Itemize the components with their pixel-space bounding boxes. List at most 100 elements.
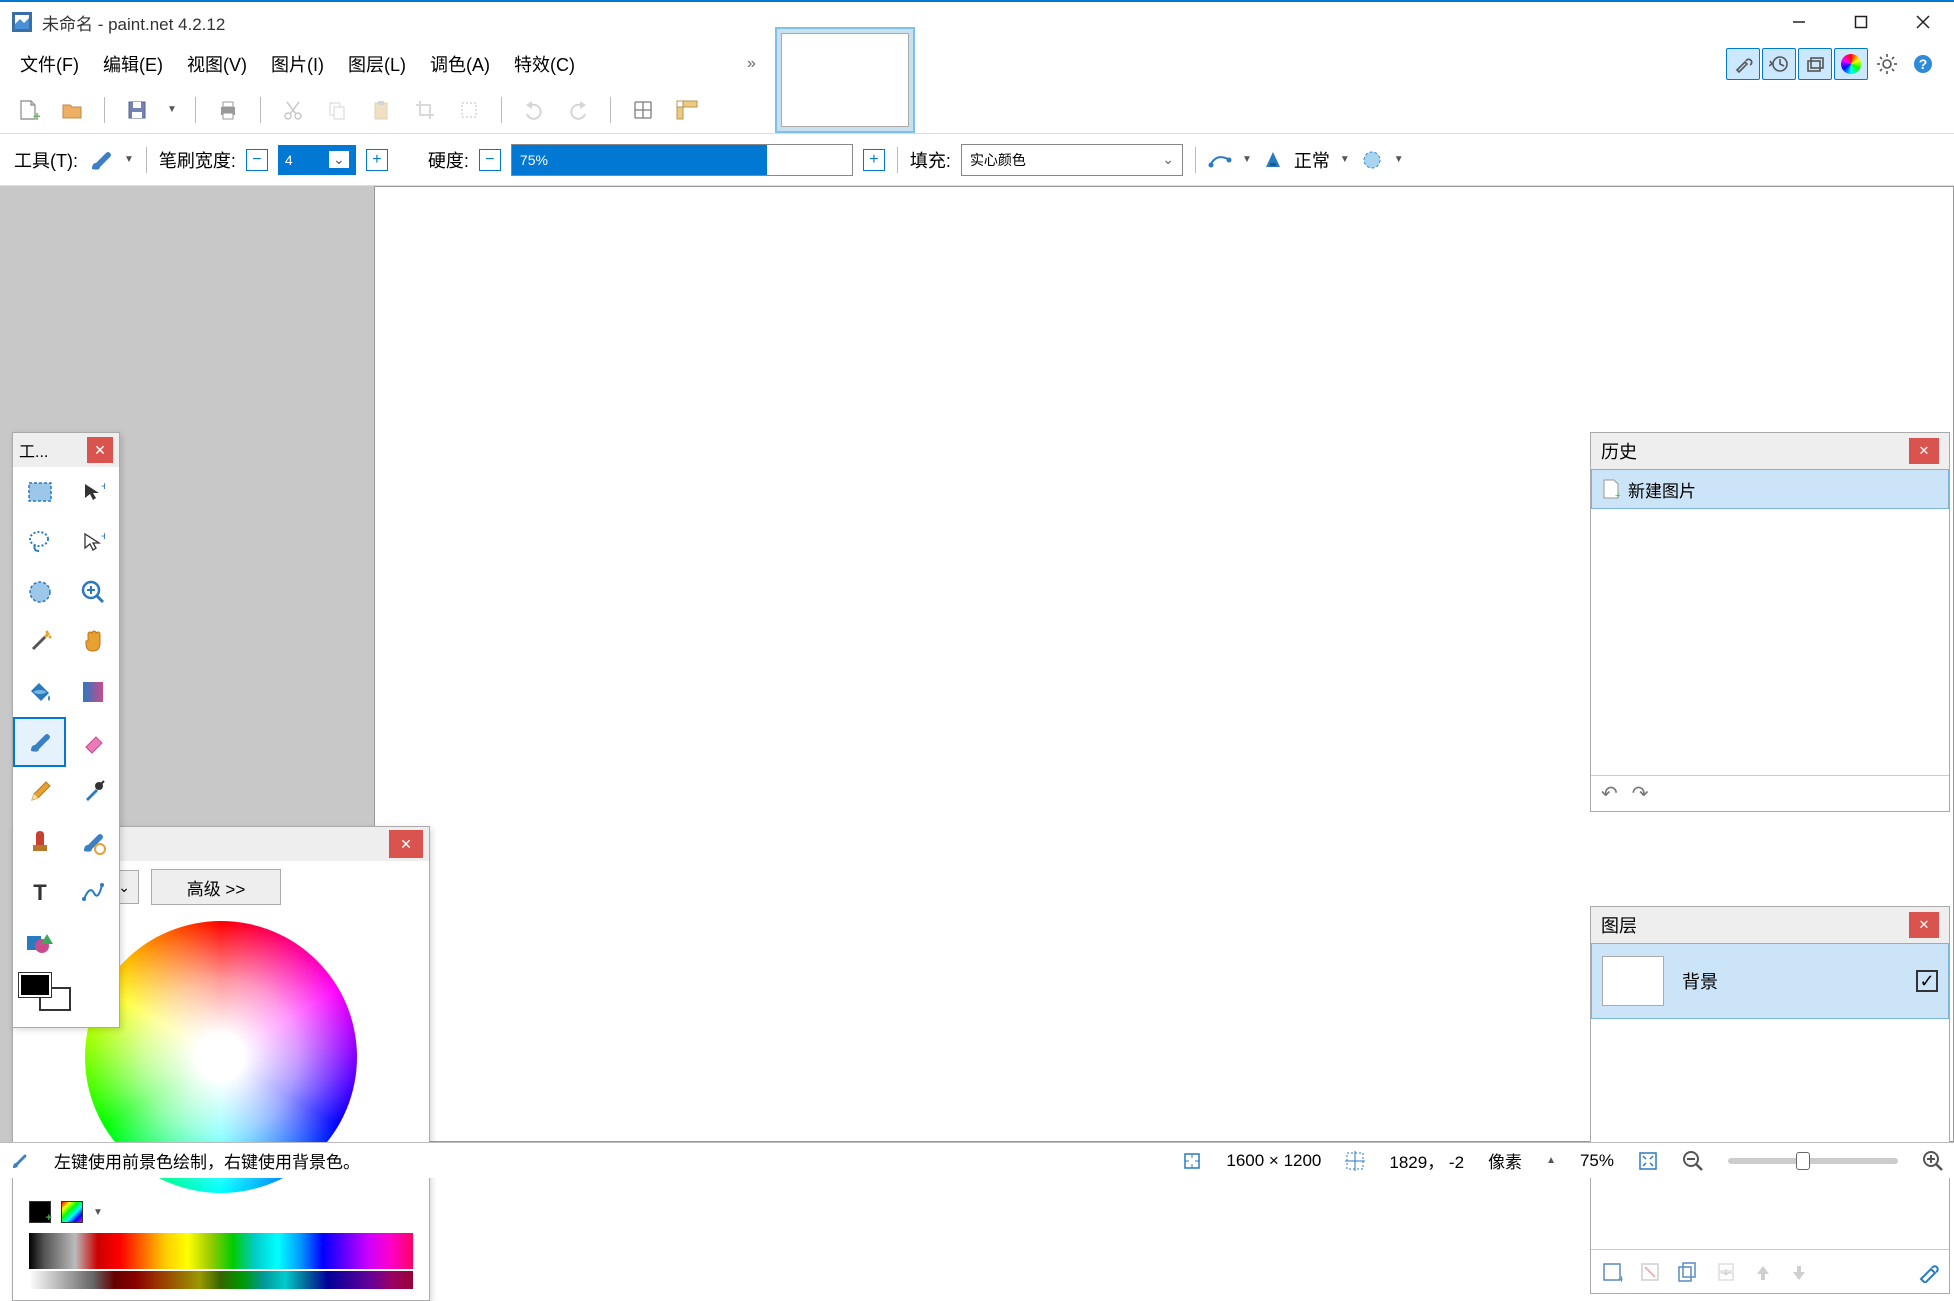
palette-row-1[interactable]	[29, 1233, 413, 1269]
maximize-button[interactable]	[1830, 2, 1892, 42]
tool-shapes[interactable]	[13, 917, 66, 967]
close-button[interactable]	[1892, 2, 1954, 42]
tool-color-picker[interactable]	[66, 767, 119, 817]
ruler-button[interactable]	[673, 96, 701, 124]
layer-delete-icon[interactable]	[1639, 1261, 1661, 1283]
menu-layers[interactable]: 图层(L)	[336, 45, 418, 83]
antialias-icon[interactable]	[1208, 150, 1232, 170]
layer-item[interactable]: 背景 ✓	[1591, 943, 1949, 1019]
toggle-tools-panel[interactable]	[1726, 48, 1760, 80]
tool-eraser[interactable]	[66, 717, 119, 767]
tools-window-close[interactable]: ✕	[87, 437, 113, 463]
tool-gradient[interactable]	[66, 667, 119, 717]
tools-window-header[interactable]: 工... ✕	[13, 433, 119, 467]
palette-row-2[interactable]	[29, 1271, 413, 1289]
tool-pencil[interactable]	[13, 767, 66, 817]
tool-lasso-select[interactable]	[13, 517, 66, 567]
status-unit[interactable]: 像素	[1488, 1148, 1522, 1173]
tool-recolor[interactable]	[66, 817, 119, 867]
paste-button[interactable]	[367, 96, 395, 124]
layer-merge-down-icon[interactable]	[1715, 1261, 1737, 1283]
zoom-out-icon[interactable]	[1682, 1150, 1704, 1172]
new-button[interactable]: +	[14, 96, 42, 124]
palette-manage[interactable]	[61, 1201, 83, 1223]
layer-add-icon[interactable]: +	[1601, 1261, 1623, 1283]
zoom-in-icon[interactable]	[1922, 1150, 1944, 1172]
undo-button[interactable]	[520, 96, 548, 124]
tool-paint-bucket[interactable]	[13, 667, 66, 717]
toggle-colors-panel[interactable]	[1834, 48, 1868, 80]
foreground-color-swatch[interactable]	[19, 973, 51, 997]
copy-button[interactable]	[323, 96, 351, 124]
tools-label: 工具(T):	[14, 147, 78, 173]
svg-text:+: +	[101, 530, 105, 543]
print-button[interactable]	[214, 96, 242, 124]
selection-mode-icon[interactable]	[1360, 148, 1384, 172]
fill-mode-select[interactable]: 实心颜色⌄	[961, 144, 1183, 176]
history-item[interactable]: + 新建图片	[1591, 469, 1949, 509]
blend-dropdown[interactable]: ▼	[1340, 154, 1350, 165]
overflow-chevron-icon[interactable]: »	[747, 55, 756, 73]
tool-ellipse-select[interactable]	[13, 567, 66, 617]
blend-mode-icon[interactable]	[1262, 149, 1284, 171]
toggle-layers-panel[interactable]	[1798, 48, 1832, 80]
menu-edit[interactable]: 编辑(E)	[91, 45, 175, 83]
tool-magic-wand[interactable]	[13, 617, 66, 667]
tool-rect-select[interactable]	[13, 467, 66, 517]
tool-clone-stamp[interactable]	[13, 817, 66, 867]
hardness-slider[interactable]: 75%	[511, 144, 853, 176]
colors-window-close[interactable]: ✕	[389, 830, 423, 858]
deselect-button[interactable]	[455, 96, 483, 124]
menu-effects[interactable]: 特效(C)	[502, 45, 587, 83]
tool-line[interactable]	[66, 867, 119, 917]
selection-dropdown[interactable]: ▼	[1394, 154, 1404, 165]
palette-dropdown[interactable]: ▼	[93, 1207, 103, 1218]
save-button[interactable]	[123, 96, 151, 124]
tool-paintbrush[interactable]	[13, 717, 66, 767]
layers-header[interactable]: 图层 ✕	[1591, 907, 1949, 943]
settings-button[interactable]	[1870, 48, 1904, 80]
history-close[interactable]: ✕	[1909, 438, 1939, 464]
fit-window-icon[interactable]	[1638, 1151, 1658, 1171]
menu-adjust[interactable]: 调色(A)	[418, 45, 502, 83]
minimize-button[interactable]	[1768, 2, 1830, 42]
layer-visible-checkbox[interactable]: ✓	[1916, 970, 1938, 992]
layer-properties-icon[interactable]	[1917, 1261, 1939, 1283]
redo-button[interactable]	[564, 96, 592, 124]
paintbrush-icon[interactable]	[88, 147, 114, 173]
cut-button[interactable]	[279, 96, 307, 124]
layers-close[interactable]: ✕	[1909, 912, 1939, 938]
menu-file[interactable]: 文件(F)	[8, 45, 91, 83]
history-redo-icon[interactable]: ↷	[1632, 781, 1649, 806]
hardness-decrease[interactable]: −	[479, 149, 501, 171]
layer-move-up-icon[interactable]	[1753, 1262, 1773, 1282]
add-color-black[interactable]: +	[29, 1201, 51, 1223]
toggle-history-panel[interactable]	[1762, 48, 1796, 80]
tool-move-selection[interactable]: +	[66, 467, 119, 517]
zoom-slider[interactable]	[1728, 1158, 1898, 1164]
history-undo-icon[interactable]: ↶	[1601, 781, 1618, 806]
help-button[interactable]: ?	[1906, 48, 1940, 80]
antialias-dropdown[interactable]: ▼	[1242, 154, 1252, 165]
tool-dropdown[interactable]: ▼	[124, 154, 134, 165]
brush-width-input[interactable]: 4⌄	[278, 145, 356, 175]
menu-image[interactable]: 图片(I)	[259, 45, 336, 83]
layer-duplicate-icon[interactable]	[1677, 1261, 1699, 1283]
menu-view[interactable]: 视图(V)	[175, 45, 259, 83]
unit-dropdown[interactable]: ▲	[1546, 1155, 1556, 1166]
open-button[interactable]	[58, 96, 86, 124]
tool-move-pixels[interactable]: +	[66, 517, 119, 567]
brush-width-increase[interactable]: +	[366, 149, 388, 171]
hardness-increase[interactable]: +	[863, 149, 885, 171]
crop-button[interactable]	[411, 96, 439, 124]
tool-text[interactable]: T	[13, 867, 66, 917]
save-dropdown[interactable]: ▼	[167, 104, 177, 115]
layer-move-down-icon[interactable]	[1789, 1262, 1809, 1282]
grid-button[interactable]	[629, 96, 657, 124]
brush-width-decrease[interactable]: −	[246, 149, 268, 171]
tool-zoom[interactable]	[66, 567, 119, 617]
svg-text:+: +	[33, 108, 40, 122]
history-header[interactable]: 历史 ✕	[1591, 433, 1949, 469]
tool-pan[interactable]	[66, 617, 119, 667]
advanced-button[interactable]: 高级 >>	[151, 869, 281, 905]
